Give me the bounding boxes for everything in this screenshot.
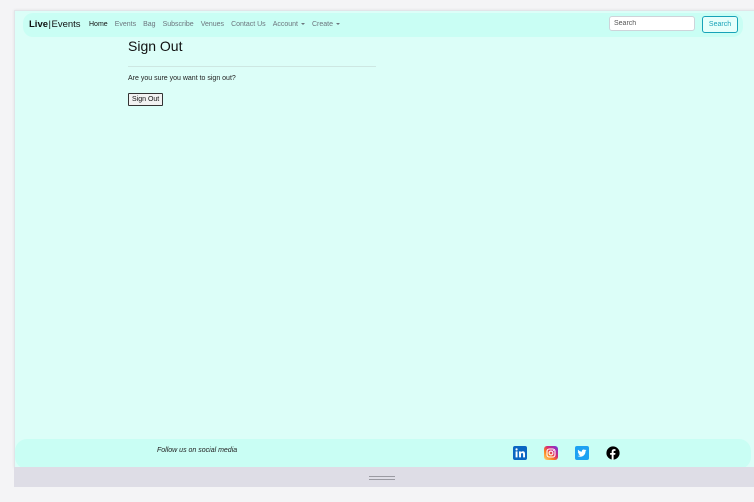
brand-logo[interactable]: Live|Events <box>29 19 81 30</box>
linkedin-icon[interactable] <box>513 446 527 460</box>
footer: Follow us on social media <box>15 439 751 468</box>
footer-social-text: Follow us on social media <box>157 447 238 454</box>
nav-item-create-label: Create <box>311 21 333 28</box>
nav-item-account-label: Account <box>272 21 298 28</box>
nav-item-create-dropdown[interactable]: Create <box>312 21 340 28</box>
instagram-icon[interactable] <box>544 446 558 460</box>
twitter-icon[interactable] <box>575 446 589 460</box>
resize-bar <box>14 467 754 487</box>
nav-item-events[interactable]: Events <box>115 21 136 28</box>
facebook-icon[interactable] <box>606 446 620 460</box>
resize-handle[interactable] <box>369 476 395 480</box>
nav-menu: Home Events Bag Subscribe Venues Contact… <box>89 21 347 28</box>
page-title: Sign Out <box>128 38 183 54</box>
browser-viewport: Live|Events Home Events Bag Subscribe Ve… <box>14 10 754 468</box>
brand-live: Live <box>29 19 49 30</box>
nav-item-subscribe[interactable]: Subscribe <box>163 21 194 28</box>
confirm-message: Are you sure you want to sign out? <box>128 75 236 82</box>
search-button[interactable]: Search <box>702 16 738 33</box>
brand-events: Events <box>51 19 81 30</box>
divider <box>128 66 376 67</box>
search-input[interactable] <box>609 16 695 31</box>
chevron-down-icon <box>300 23 305 25</box>
nav-item-venues[interactable]: Venues <box>201 21 224 28</box>
navbar: Live|Events Home Events Bag Subscribe Ve… <box>23 13 743 37</box>
nav-item-contact-us[interactable]: Contact Us <box>231 21 266 28</box>
sign-out-button[interactable]: Sign Out <box>128 93 164 106</box>
nav-item-home[interactable]: Home <box>89 21 108 28</box>
chevron-down-icon <box>336 23 340 25</box>
nav-item-bag[interactable]: Bag <box>143 21 155 28</box>
nav-item-account-dropdown[interactable]: Account <box>273 21 305 28</box>
